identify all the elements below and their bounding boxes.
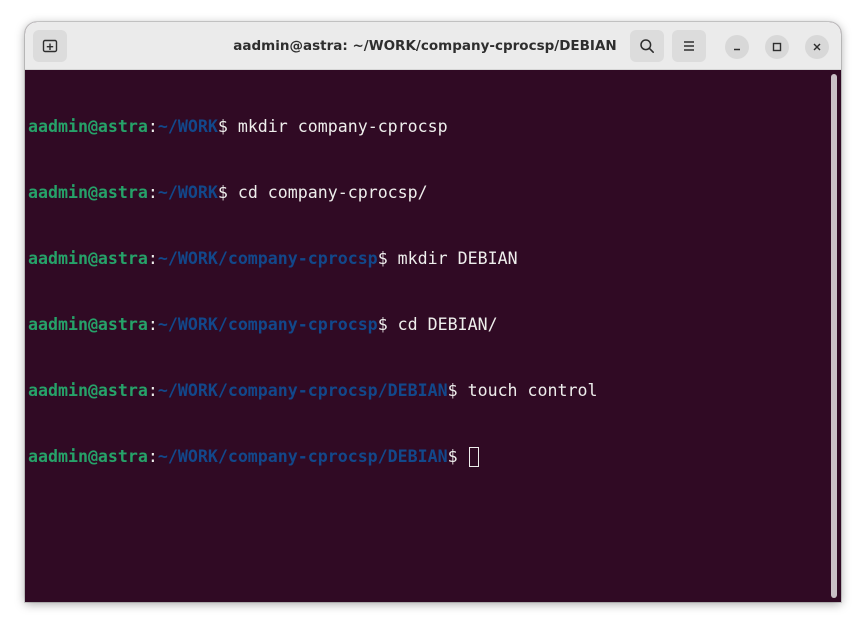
maximize-button[interactable]	[765, 35, 789, 59]
prompt-dollar: $	[377, 249, 398, 268]
command-text: cd company-cprocsp/	[237, 183, 428, 202]
close-icon	[813, 43, 821, 51]
maximize-icon	[772, 42, 782, 52]
terminal-window: aadmin@astra: ~/WORK/company-cprocsp/DEB…	[25, 22, 841, 602]
prompt-path: ~/WORK	[157, 183, 218, 202]
prompt-path: ~/WORK/company-cprocsp	[157, 315, 378, 334]
header-bar: aadmin@astra: ~/WORK/company-cprocsp/DEB…	[25, 22, 841, 70]
prompt-user: aadmin@astra	[28, 381, 148, 400]
command-text: mkdir DEBIAN	[397, 249, 518, 268]
command-text: touch control	[467, 381, 598, 400]
scrollbar[interactable]	[831, 74, 837, 598]
command-text: cd DEBIAN/	[397, 315, 498, 334]
terminal-line: aadmin@astra:~/WORK$ mkdir company-cproc…	[28, 116, 597, 138]
prompt-user: aadmin@astra	[28, 183, 148, 202]
prompt-colon: :	[147, 381, 158, 400]
minimize-icon	[734, 48, 740, 51]
window-title: aadmin@astra: ~/WORK/company-cprocsp/DEB…	[233, 38, 617, 54]
prompt-dollar: $	[447, 381, 468, 400]
prompt-user: aadmin@astra	[28, 447, 148, 466]
terminal-line: aadmin@astra:~/WORK/company-cprocsp/DEBI…	[28, 380, 597, 402]
new-tab-button[interactable]	[33, 30, 67, 62]
prompt-colon: :	[147, 183, 158, 202]
prompt-user: aadmin@astra	[28, 117, 148, 136]
prompt-colon: :	[147, 315, 158, 334]
terminal-line: aadmin@astra:~/WORK/company-cprocsp$ cd …	[28, 314, 597, 336]
command-text: mkdir company-cprocsp	[237, 117, 448, 136]
terminal-area[interactable]: aadmin@astra:~/WORK$ mkdir company-cproc…	[25, 70, 841, 602]
search-button[interactable]	[630, 30, 664, 62]
menu-button[interactable]	[672, 30, 706, 62]
close-button[interactable]	[805, 35, 829, 59]
terminal-line: aadmin@astra:~/WORK/company-cprocsp$ mkd…	[28, 248, 597, 270]
prompt-dollar: $	[377, 315, 398, 334]
prompt-dollar: $	[217, 183, 238, 202]
prompt-user: aadmin@astra	[28, 249, 148, 268]
search-icon	[640, 39, 654, 53]
hamburger-menu-icon	[684, 41, 694, 51]
prompt-user: aadmin@astra	[28, 315, 148, 334]
terminal-line: aadmin@astra:~/WORK$ cd company-cprocsp/	[28, 182, 597, 204]
terminal-output: aadmin@astra:~/WORK$ mkdir company-cproc…	[28, 72, 597, 512]
prompt-colon: :	[147, 447, 158, 466]
prompt-path: ~/WORK	[157, 117, 218, 136]
prompt-path: ~/WORK/company-cprocsp/DEBIAN	[157, 447, 448, 466]
prompt-path: ~/WORK/company-cprocsp	[157, 249, 378, 268]
prompt-dollar: $	[447, 447, 468, 466]
prompt-path: ~/WORK/company-cprocsp/DEBIAN	[157, 381, 448, 400]
prompt-colon: :	[147, 117, 158, 136]
prompt-dollar: $	[217, 117, 238, 136]
new-tab-icon	[42, 39, 58, 53]
terminal-line: aadmin@astra:~/WORK/company-cprocsp/DEBI…	[28, 446, 597, 468]
terminal-cursor	[468, 447, 479, 467]
prompt-colon: :	[147, 249, 158, 268]
minimize-button[interactable]	[725, 35, 749, 59]
